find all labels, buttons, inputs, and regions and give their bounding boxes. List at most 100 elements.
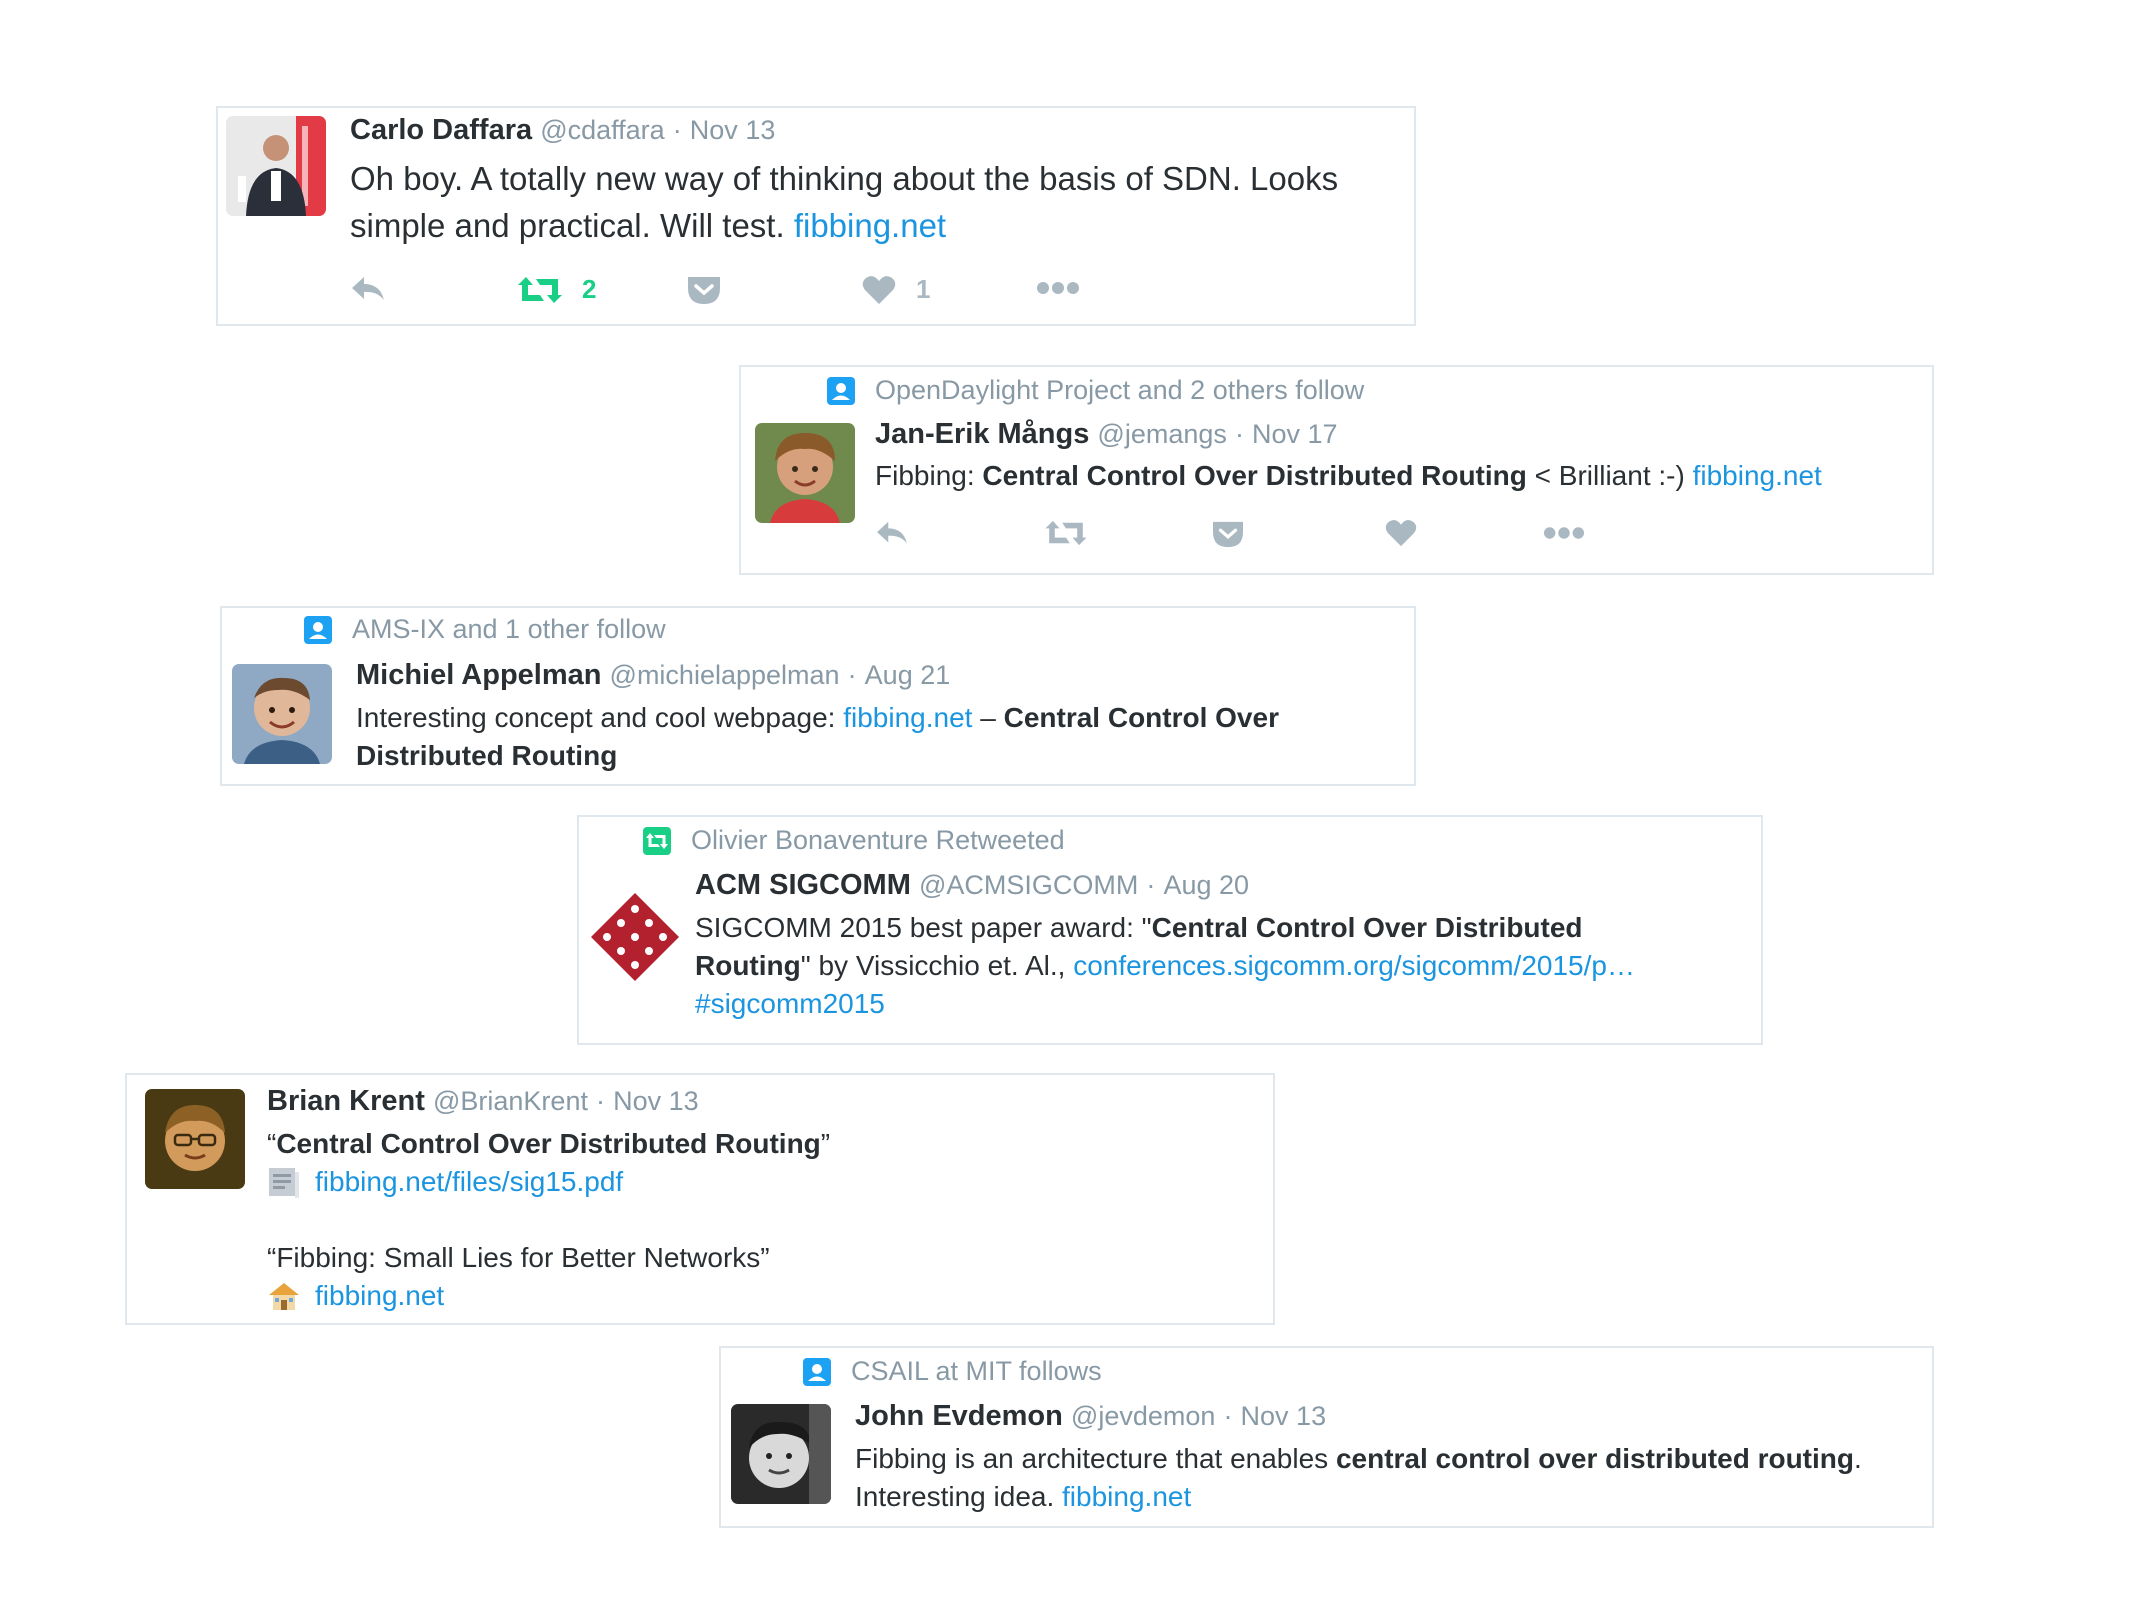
tweet-text: Fibbing is an architecture that enables … [855, 1440, 1862, 1516]
avatar[interactable] [585, 887, 685, 987]
retweet-icon [518, 276, 562, 303]
close-quote: ” [820, 1128, 831, 1159]
avatar[interactable] [226, 116, 326, 216]
tweet-text: “Central Control Over Distributed Routin… [267, 1125, 1247, 1315]
retweet-button[interactable] [1045, 519, 1087, 547]
heart-icon [1385, 520, 1417, 547]
open-quote: “ [267, 1128, 277, 1159]
tweet-date[interactable]: Nov 13 [613, 1086, 699, 1116]
tweet-date[interactable]: Nov 17 [1252, 419, 1338, 449]
link-fibbing[interactable]: fibbing.net [794, 207, 946, 244]
link-pdf[interactable]: fibbing.net/files/sig15.pdf [315, 1163, 623, 1201]
like-count: 1 [916, 274, 931, 304]
reply-button[interactable] [350, 274, 386, 304]
tweet-header: Carlo Daffara @cdaffara · Nov 13 [350, 114, 775, 147]
avatar[interactable] [755, 423, 855, 523]
tweet-header: Michiel Appelman @michielappelman · Aug … [356, 659, 950, 692]
tweet-brian-krent[interactable]: Brian Krent @BrianKrent · Nov 13 “Centra… [125, 1073, 1275, 1325]
separator-dot: · [1146, 870, 1156, 900]
social-context: AMS-IX and 1 other follow [304, 614, 666, 645]
more-button[interactable] [1036, 280, 1080, 296]
author-handle[interactable]: @cdaffara [540, 115, 664, 145]
avatar[interactable] [731, 1404, 831, 1504]
author-name[interactable]: John Evdemon [855, 1400, 1063, 1432]
link-fibbing[interactable]: fibbing.net [1062, 1481, 1191, 1512]
author-name[interactable]: Jan-Erik Mångs [875, 418, 1089, 450]
more-icon [1037, 282, 1079, 294]
author-name[interactable]: Brian Krent [267, 1085, 425, 1117]
more-icon [1543, 527, 1585, 539]
author-handle[interactable]: @BrianKrent [433, 1086, 588, 1116]
separator-dot: · [596, 1086, 606, 1116]
bold-title: central control over distributed routing [1335, 1443, 1854, 1474]
pocket-button[interactable] [1211, 519, 1245, 549]
context-text[interactable]: AMS-IX and 1 other follow [352, 614, 666, 645]
text-part: Fibbing: [875, 460, 983, 491]
heart-icon [862, 275, 896, 304]
person-icon [803, 1357, 831, 1386]
retweet-button[interactable]: 2 [518, 274, 596, 305]
quote-line: “Fibbing: Small Lies for Better Networks… [267, 1242, 770, 1273]
context-text[interactable]: Olivier Bonaventure Retweeted [691, 825, 1065, 856]
tweet-date[interactable]: Nov 13 [1241, 1401, 1327, 1431]
tweet-acm-sigcomm[interactable]: Olivier Bonaventure Retweeted ACM SIGCOM… [577, 815, 1763, 1045]
pocket-icon [1213, 521, 1243, 548]
tweet-header: ACM SIGCOMM @ACMSIGCOMM · Aug 20 [695, 869, 1249, 902]
text-line: Oh boy. A totally new way of thinking ab… [350, 160, 1339, 197]
separator-dot: · [672, 115, 682, 145]
tweet-carlo-daffara[interactable]: Carlo Daffara @cdaffara · Nov 13 Oh boy.… [216, 106, 1416, 326]
pocket-button[interactable] [686, 274, 722, 306]
text-part: " by Vissicchio et. Al., [800, 950, 1074, 981]
author-handle[interactable]: @michielappelman [610, 660, 840, 690]
tweet-date[interactable]: Nov 13 [690, 115, 776, 145]
context-text[interactable]: OpenDaylight Project and 2 others follow [875, 375, 1364, 406]
avatar[interactable] [145, 1089, 245, 1189]
tweet-text: SIGCOMM 2015 best paper award: "Central … [695, 909, 1755, 1023]
tweet-actions [875, 519, 1615, 559]
retweet-badge-icon [643, 826, 671, 855]
link-conference[interactable]: conferences.sigcomm.org/sigcomm/2015/p… [1073, 950, 1635, 981]
tweet-header: Jan-Erik Mångs @jemangs · Nov 17 [875, 418, 1338, 451]
author-handle[interactable]: @jevdemon [1071, 1401, 1215, 1431]
retweet-count: 2 [582, 274, 597, 304]
avatar[interactable] [232, 664, 332, 764]
author-handle[interactable]: @jemangs [1097, 419, 1226, 449]
tweet-date[interactable]: Aug 21 [865, 660, 951, 690]
reply-button[interactable] [875, 519, 909, 547]
text-part: Fibbing is an architecture that enables [855, 1443, 1336, 1474]
tweet-date[interactable]: Aug 20 [1163, 870, 1249, 900]
separator-dot: · [847, 660, 857, 690]
link-fibbing[interactable]: fibbing.net [843, 702, 972, 733]
bold-title: Central Control Over [1003, 702, 1279, 733]
quote-line: “Central Control Over Distributed Routin… [267, 1125, 1247, 1163]
author-handle[interactable]: @ACMSIGCOMM [919, 870, 1138, 900]
author-name[interactable]: ACM SIGCOMM [695, 869, 911, 901]
bold-title: Central Control Over Distributed Routing [982, 460, 1527, 491]
separator-dot: · [1234, 419, 1244, 449]
bold-title: Distributed Routing [356, 740, 618, 771]
hashtag-link[interactable]: #sigcomm2015 [695, 988, 885, 1019]
author-name[interactable]: Michiel Appelman [356, 659, 601, 691]
link-line: fibbing.net/files/sig15.pdf [267, 1163, 1247, 1201]
social-context: CSAIL at MIT follows [803, 1356, 1102, 1387]
reply-icon [352, 277, 384, 300]
tweet-jan-erik-mangs[interactable]: OpenDaylight Project and 2 others follow… [739, 365, 1934, 575]
tweet-text: Interesting concept and cool webpage: fi… [356, 699, 1396, 775]
text-line: simple and practical. Will test. [350, 207, 794, 244]
link-fibbing[interactable]: fibbing.net [315, 1277, 444, 1315]
house-icon [269, 1283, 299, 1310]
author-name[interactable]: Carlo Daffara [350, 114, 532, 146]
tweet-john-evdemon[interactable]: CSAIL at MIT follows John Evdemon @jevde… [719, 1346, 1934, 1528]
reply-icon [877, 521, 907, 544]
text-part: – [972, 702, 1004, 733]
bold-title: Routing [695, 950, 801, 981]
like-button[interactable]: 1 [862, 274, 930, 305]
text-part: . [1854, 1443, 1862, 1474]
tweet-header: Brian Krent @BrianKrent · Nov 13 [267, 1085, 699, 1118]
more-button[interactable] [1543, 525, 1585, 541]
context-text[interactable]: CSAIL at MIT follows [851, 1356, 1102, 1387]
link-fibbing[interactable]: fibbing.net [1693, 460, 1822, 491]
tweet-michiel-appelman[interactable]: AMS-IX and 1 other follow Michiel Appelm… [220, 606, 1416, 786]
separator-dot: · [1223, 1401, 1233, 1431]
like-button[interactable] [1385, 519, 1417, 547]
